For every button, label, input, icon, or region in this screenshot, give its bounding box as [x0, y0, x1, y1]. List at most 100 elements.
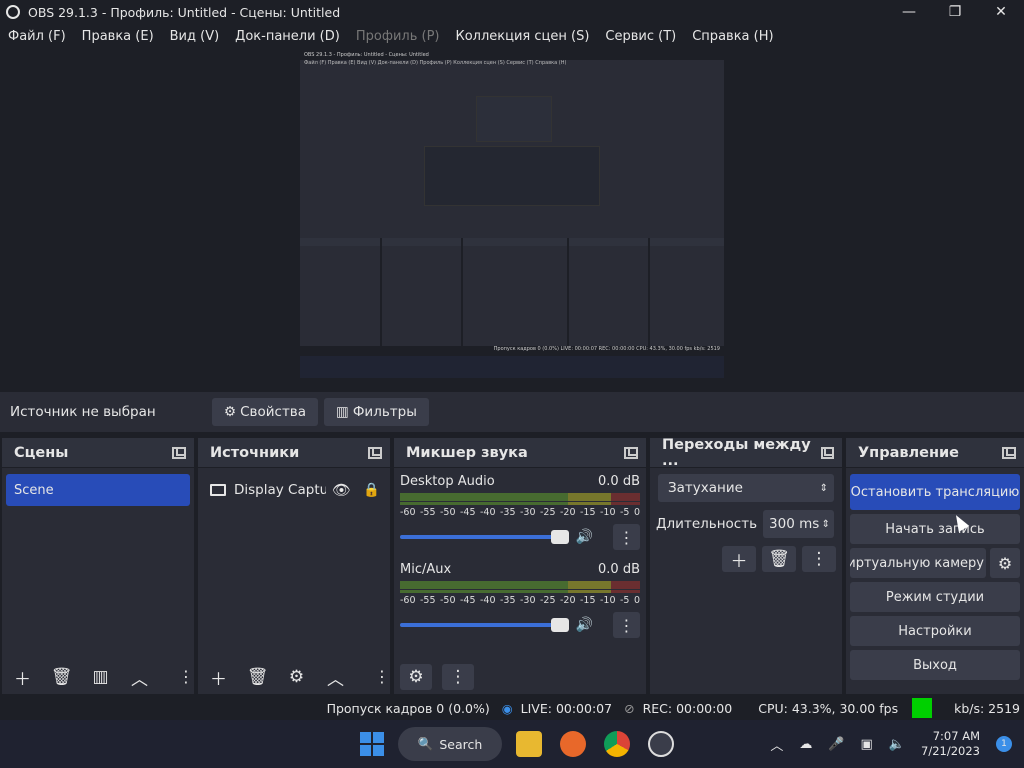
- scenes-more-icon[interactable]: ⋮: [178, 669, 194, 685]
- add-transition-button[interactable]: ＋: [722, 546, 756, 572]
- menu-scene-collection[interactable]: Коллекция сцен (S): [455, 29, 589, 44]
- search-label: Search: [439, 736, 483, 752]
- filters-button[interactable]: ▥ Фильтры: [324, 398, 429, 426]
- spin-arrows-icon[interactable]: ⇕: [822, 519, 830, 530]
- undock-icon[interactable]: [624, 446, 638, 459]
- controls-dock: Управление Остановить трансляцию Начать …: [846, 438, 1024, 694]
- taskbar-search[interactable]: 🔍 Search: [398, 727, 502, 761]
- speaker-icon[interactable]: 🔊: [575, 529, 592, 545]
- microphone-icon[interactable]: 🎤: [828, 737, 844, 752]
- preview-nested-capture: [424, 146, 600, 206]
- clock[interactable]: 7:07 AM 7/21/2023: [921, 729, 980, 759]
- source-item[interactable]: Display Capture 👁 🔒: [202, 474, 386, 506]
- status-bar: Пропуск кадров 0 (0.0%) ◉ LIVE: 00:00:07…: [0, 696, 1024, 720]
- scale-tick: -45: [460, 507, 476, 518]
- start-virtual-camera-button[interactable]: Запустить виртуальную камеру: [850, 548, 986, 578]
- add-scene-button[interactable]: ＋: [8, 664, 37, 690]
- exit-button[interactable]: Выход: [850, 650, 1020, 680]
- scale-tick: -20: [560, 595, 576, 606]
- cloud-icon[interactable]: ☁: [799, 737, 812, 752]
- move-scene-up-button[interactable]: ︿: [125, 664, 154, 690]
- properties-button[interactable]: ⚙ Свойства: [212, 398, 319, 426]
- duration-spinbox[interactable]: 300 ms ⇕: [763, 510, 834, 538]
- network-icon[interactable]: ▣: [861, 737, 873, 752]
- transitions-title: Переходы между ...: [662, 436, 811, 469]
- slider-knob[interactable]: [551, 618, 570, 632]
- volume-icon[interactable]: 🔈: [889, 737, 905, 752]
- volume-slider[interactable]: [400, 618, 570, 632]
- scale-tick: 0: [633, 595, 640, 606]
- firefox-icon[interactable]: [560, 731, 586, 757]
- bitrate: kb/s: 2519: [954, 700, 1020, 716]
- settings-button[interactable]: Настройки: [850, 616, 1020, 646]
- updown-icon: ⇕: [819, 482, 828, 494]
- speaker-icon[interactable]: 🔊: [575, 617, 592, 633]
- filter-icon: ▥: [336, 404, 349, 420]
- scene-item[interactable]: Scene: [6, 474, 190, 506]
- start-recording-button[interactable]: Начать запись: [850, 514, 1020, 544]
- title-bar: OBS 29.1.3 - Профиль: Untitled - Сцены: …: [0, 0, 1024, 24]
- virtual-camera-row: Запустить виртуальную камеру ⚙: [850, 548, 1020, 578]
- sources-header: Источники: [198, 438, 390, 468]
- cpu-usage: CPU: 43.3%, 30.00 fps: [758, 700, 899, 716]
- mixer-more-button[interactable]: ⋮: [442, 664, 474, 690]
- preview-area[interactable]: OBS 29.1.3 - Профиль: Untitled - Сцены: …: [0, 48, 1024, 390]
- volume-meter: [400, 502, 640, 505]
- remove-source-button[interactable]: 🗑: [243, 664, 272, 690]
- sources-more-icon[interactable]: ⋮: [374, 669, 390, 685]
- scale-tick: -40: [480, 595, 496, 606]
- remove-scene-button[interactable]: 🗑: [47, 664, 76, 690]
- channel-name: Desktop Audio: [400, 474, 495, 489]
- close-button[interactable]: ✕: [978, 4, 1024, 20]
- maximize-button[interactable]: ❐: [932, 4, 978, 20]
- undock-icon[interactable]: [820, 446, 835, 459]
- scale-tick: -40: [480, 507, 496, 518]
- menu-view[interactable]: Вид (V): [170, 29, 220, 44]
- windows-start-icon[interactable]: [360, 732, 384, 756]
- channel-more-button[interactable]: ⋮: [612, 524, 640, 550]
- scale-tick: -35: [500, 595, 516, 606]
- slider-knob[interactable]: [551, 530, 570, 544]
- mixer-settings-button[interactable]: ⚙: [400, 664, 432, 690]
- menu-docks[interactable]: Док-панели (D): [235, 29, 340, 44]
- stop-streaming-button[interactable]: Остановить трансляцию: [850, 474, 1020, 510]
- menu-profile[interactable]: Профиль (P): [356, 29, 440, 44]
- transition-more-button[interactable]: ⋮: [802, 546, 836, 572]
- lock-icon[interactable]: 🔒: [363, 482, 380, 498]
- channel-more-button[interactable]: ⋮: [612, 612, 640, 638]
- undock-icon[interactable]: [368, 446, 382, 459]
- scale-tick: 0: [633, 507, 640, 518]
- studio-mode-button[interactable]: Режим студии: [850, 582, 1020, 612]
- scene-filters-button[interactable]: ▥: [86, 664, 115, 690]
- undock-icon[interactable]: [1002, 446, 1016, 459]
- live-timer: LIVE: 00:00:07: [520, 700, 613, 716]
- obs-taskbar-icon[interactable]: [648, 731, 674, 757]
- menu-edit[interactable]: Правка (E): [82, 29, 154, 44]
- minimize-button[interactable]: —: [886, 4, 932, 20]
- volume-slider[interactable]: [400, 530, 570, 544]
- add-source-button[interactable]: ＋: [204, 664, 233, 690]
- eye-icon[interactable]: 👁: [332, 481, 351, 499]
- sources-dock: Источники Display Capture 👁 🔒 ＋ 🗑 ⚙ ︿ ⋮: [198, 438, 390, 694]
- filters-label: Фильтры: [352, 404, 417, 420]
- chevron-up-icon[interactable]: ︿: [770, 735, 783, 754]
- undock-icon[interactable]: [172, 446, 186, 459]
- menu-file[interactable]: Файл (F): [8, 29, 66, 44]
- remove-transition-button[interactable]: 🗑: [762, 546, 796, 572]
- scale-tick: -35: [500, 507, 516, 518]
- move-source-up-button[interactable]: ︿: [321, 664, 350, 690]
- file-explorer-icon[interactable]: [516, 731, 542, 757]
- obs-logo-icon: [6, 5, 20, 19]
- meter-scale: -60 -55 -50 -45 -40 -35 -30 -25 -20 -15 -10 -5 0: [400, 507, 640, 518]
- channel-level: 0.0 dB: [598, 562, 640, 577]
- menu-help[interactable]: Справка (H): [692, 29, 773, 44]
- scale-tick: -55: [420, 595, 436, 606]
- scale-tick: -30: [520, 595, 536, 606]
- menu-tools[interactable]: Сервис (T): [605, 29, 676, 44]
- virtual-camera-settings-icon[interactable]: ⚙: [990, 548, 1020, 578]
- chrome-icon[interactable]: [604, 731, 630, 757]
- notification-badge[interactable]: 1: [996, 736, 1012, 752]
- volume-meter: [400, 590, 640, 593]
- source-properties-button[interactable]: ⚙: [282, 664, 311, 690]
- transition-select[interactable]: Затухание ⇕: [658, 474, 834, 502]
